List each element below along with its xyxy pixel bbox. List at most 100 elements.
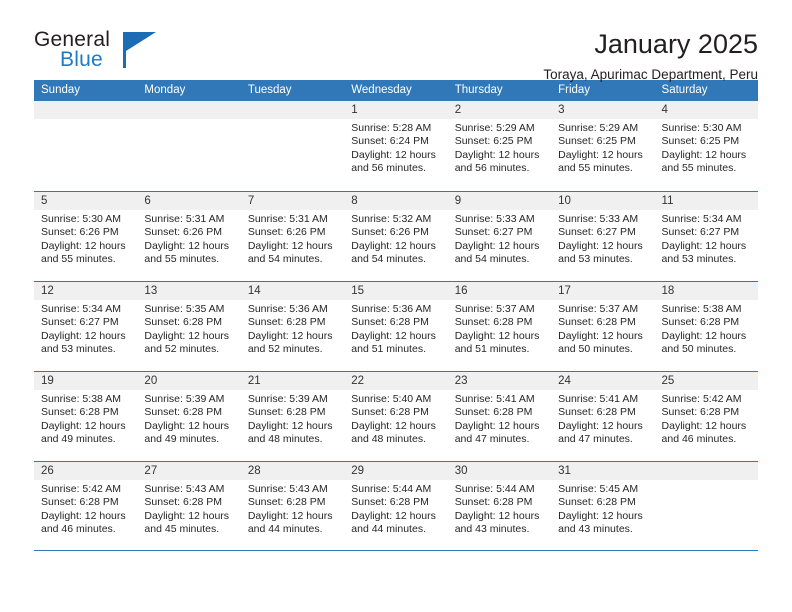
daylight-duration-line2: and 43 minutes. [558, 523, 633, 536]
sunset-time: Sunset: 6:27 PM [41, 316, 119, 329]
logo-text-blue: Blue [60, 48, 103, 71]
daylight-duration-line2: and 51 minutes. [351, 343, 426, 356]
calendar-day-cell[interactable]: 24 Sunrise: 5:41 AM Sunset: 6:28 PM Dayligh… [551, 372, 655, 461]
calendar-day-cell[interactable]: 23 Sunrise: 5:41 AM Sunset: 6:28 PM Dayligh… [447, 372, 552, 461]
sunset-time: Sunset: 6:28 PM [661, 406, 740, 419]
day-number: 22 [344, 372, 448, 390]
calendar-day-cell[interactable]: 28 Sunrise: 5:43 AM Sunset: 6:28 PM Dayligh… [240, 462, 345, 550]
daylight-duration-line1: Daylight: 12 hours [247, 329, 333, 342]
calendar-day-cell[interactable]: 15 Sunrise: 5:36 AM Sunset: 6:28 PM Dayligh… [344, 282, 448, 371]
calendar-page: General Blue January 2025 Toraya, Apurim… [0, 0, 792, 612]
sunset-time: Sunset: 6:26 PM [41, 226, 119, 239]
day-number [34, 101, 138, 119]
sunset-time: Sunset: 6:28 PM [247, 406, 326, 419]
sunset-time: Sunset: 6:28 PM [351, 406, 429, 419]
sunset-time: Sunset: 6:27 PM [558, 226, 636, 239]
sunrise-time: Sunrise: 5:32 AM [351, 213, 432, 225]
day-details: Sunrise: 5:42 AM Sunset: 6:28 PM Daylight:… [34, 480, 137, 537]
weekday-tuesday: Tuesday [247, 84, 292, 96]
day-details: Sunrise: 5:32 AM Sunset: 6:26 PM Daylight:… [344, 210, 447, 267]
day-details: Sunrise: 5:29 AM Sunset: 6:25 PM Daylight:… [448, 119, 551, 176]
day-number: 8 [344, 192, 448, 210]
day-number: 1 [344, 101, 448, 119]
calendar-day-cell[interactable]: 30 Sunrise: 5:44 AM Sunset: 6:28 PM Dayligh… [447, 462, 552, 550]
day-number: 20 [137, 372, 241, 390]
sunset-time: Sunset: 6:28 PM [351, 496, 429, 509]
sunrise-time: Sunrise: 5:29 AM [558, 122, 639, 134]
daylight-duration-line2: and 56 minutes. [454, 162, 530, 175]
sunrise-time: Sunrise: 5:42 AM [41, 483, 121, 495]
day-number: 21 [240, 372, 345, 390]
calendar-day-cell[interactable]: 19 Sunrise: 5:38 AM Sunset: 6:28 PM Dayligh… [34, 372, 138, 461]
calendar-day-cell[interactable]: 31 Sunrise: 5:45 AM Sunset: 6:28 PM Dayligh… [551, 462, 655, 550]
calendar-day-cell[interactable]: 18 Sunrise: 5:38 AM Sunset: 6:28 PM Dayligh… [654, 282, 758, 371]
calendar-day-cell[interactable]: 6 Sunrise: 5:31 AM Sunset: 6:26 PM Daylight… [137, 192, 241, 281]
day-details: Sunrise: 5:38 AM Sunset: 6:28 PM Daylight:… [655, 300, 758, 357]
calendar-day-cell[interactable]: 29 Sunrise: 5:44 AM Sunset: 6:28 PM Dayligh… [344, 462, 448, 550]
daylight-duration-line2: and 53 minutes. [661, 253, 737, 266]
calendar-day-cell[interactable]: 1 Sunrise: 5:28 AM Sunset: 6:24 PM Daylight… [344, 101, 448, 191]
sunrise-time: Sunrise: 5:42 AM [661, 393, 742, 405]
sunrise-time: Sunrise: 5:41 AM [454, 393, 535, 405]
calendar-day-cell[interactable]: 4 Sunrise: 5:30 AM Sunset: 6:25 PM Daylight… [654, 101, 758, 191]
day-details: Sunrise: 5:30 AM Sunset: 6:25 PM Daylight:… [655, 119, 758, 176]
daylight-duration-line2: and 47 minutes. [558, 433, 633, 446]
calendar-day-cell[interactable]: 10 Sunrise: 5:33 AM Sunset: 6:27 PM Dayligh… [551, 192, 655, 281]
sunset-time: Sunset: 6:28 PM [454, 406, 533, 419]
daylight-duration-line2: and 52 minutes. [247, 343, 323, 356]
sunrise-time: Sunrise: 5:31 AM [144, 213, 225, 225]
calendar-day-cell[interactable]: 3 Sunrise: 5:29 AM Sunset: 6:25 PM Daylight… [551, 101, 655, 191]
sunrise-time: Sunrise: 5:40 AM [351, 393, 432, 405]
sunrise-time: Sunrise: 5:33 AM [558, 213, 639, 225]
daylight-duration-line2: and 46 minutes. [41, 523, 116, 536]
calendar-day-cell[interactable]: 16 Sunrise: 5:37 AM Sunset: 6:28 PM Dayligh… [447, 282, 552, 371]
calendar-day-cell[interactable]: 20 Sunrise: 5:39 AM Sunset: 6:28 PM Dayligh… [137, 372, 241, 461]
day-details: Sunrise: 5:44 AM Sunset: 6:28 PM Daylight:… [344, 480, 447, 537]
daylight-duration-line1: Daylight: 12 hours [661, 239, 747, 252]
day-details: Sunrise: 5:34 AM Sunset: 6:27 PM Daylight:… [34, 300, 137, 357]
daylight-duration-line2: and 54 minutes. [247, 253, 323, 266]
day-number: 24 [551, 372, 655, 390]
daylight-duration-line1: Daylight: 12 hours [454, 509, 540, 522]
day-number: 14 [240, 282, 345, 300]
sunrise-time: Sunrise: 5:28 AM [351, 122, 432, 134]
calendar-day-cell[interactable]: 8 Sunrise: 5:32 AM Sunset: 6:26 PM Daylight… [344, 192, 448, 281]
calendar-day-cell[interactable]: 27 Sunrise: 5:43 AM Sunset: 6:28 PM Dayligh… [137, 462, 241, 550]
day-details: Sunrise: 5:44 AM Sunset: 6:28 PM Daylight:… [448, 480, 551, 537]
calendar-day-cell[interactable]: 22 Sunrise: 5:40 AM Sunset: 6:28 PM Dayligh… [344, 372, 448, 461]
daylight-duration-line2: and 52 minutes. [144, 343, 220, 356]
daylight-duration-line1: Daylight: 12 hours [247, 509, 333, 522]
sunrise-time: Sunrise: 5:34 AM [41, 303, 121, 315]
calendar-day-cell[interactable]: 7 Sunrise: 5:31 AM Sunset: 6:26 PM Daylight… [240, 192, 345, 281]
calendar-day-cell[interactable]: 17 Sunrise: 5:37 AM Sunset: 6:28 PM Dayligh… [551, 282, 655, 371]
calendar-day-cell[interactable]: 11 Sunrise: 5:34 AM Sunset: 6:27 PM Dayligh… [654, 192, 758, 281]
calendar-day-cell[interactable]: 21 Sunrise: 5:39 AM Sunset: 6:28 PM Dayligh… [240, 372, 345, 461]
weekday-sunday: Sunday [41, 84, 81, 96]
day-details: Sunrise: 5:45 AM Sunset: 6:28 PM Daylight:… [551, 480, 654, 537]
weekday-thursday: Thursday [454, 84, 503, 96]
calendar-day-cell[interactable]: 14 Sunrise: 5:36 AM Sunset: 6:28 PM Dayligh… [240, 282, 345, 371]
weekday-monday: Monday [144, 84, 186, 96]
calendar-day-cell[interactable]: 9 Sunrise: 5:33 AM Sunset: 6:27 PM Daylight… [447, 192, 552, 281]
daylight-duration-line2: and 55 minutes. [144, 253, 220, 266]
day-details: Sunrise: 5:40 AM Sunset: 6:28 PM Daylight:… [344, 390, 447, 447]
calendar-day-cell[interactable]: 26 Sunrise: 5:42 AM Sunset: 6:28 PM Dayligh… [34, 462, 138, 550]
calendar-day-cell[interactable]: 2 Sunrise: 5:29 AM Sunset: 6:25 PM Daylight… [447, 101, 552, 191]
sunrise-time: Sunrise: 5:33 AM [454, 213, 535, 225]
daylight-duration-line1: Daylight: 12 hours [351, 148, 436, 161]
weekday-wednesday: Wednesday [351, 84, 412, 96]
daylight-duration-line1: Daylight: 12 hours [558, 419, 643, 432]
calendar-day-cell[interactable]: 12 Sunrise: 5:34 AM Sunset: 6:27 PM Dayligh… [34, 282, 138, 371]
day-number: 30 [447, 462, 552, 480]
calendar-day-cell[interactable]: 13 Sunrise: 5:35 AM Sunset: 6:28 PM Dayligh… [137, 282, 241, 371]
daylight-duration-line1: Daylight: 12 hours [661, 329, 747, 342]
daylight-duration-line1: Daylight: 12 hours [558, 239, 643, 252]
daylight-duration-line2: and 53 minutes. [41, 343, 116, 356]
calendar-week-row: 5 Sunrise: 5:30 AM Sunset: 6:26 PM Daylight… [34, 191, 758, 281]
sunrise-time: Sunrise: 5:38 AM [661, 303, 742, 315]
day-number: 18 [654, 282, 758, 300]
sunset-time: Sunset: 6:25 PM [454, 135, 533, 148]
calendar-day-cell[interactable]: 5 Sunrise: 5:30 AM Sunset: 6:26 PM Daylight… [34, 192, 138, 281]
calendar-day-cell[interactable]: 25 Sunrise: 5:42 AM Sunset: 6:28 PM Dayligh… [654, 372, 758, 461]
daylight-duration-line1: Daylight: 12 hours [454, 239, 540, 252]
